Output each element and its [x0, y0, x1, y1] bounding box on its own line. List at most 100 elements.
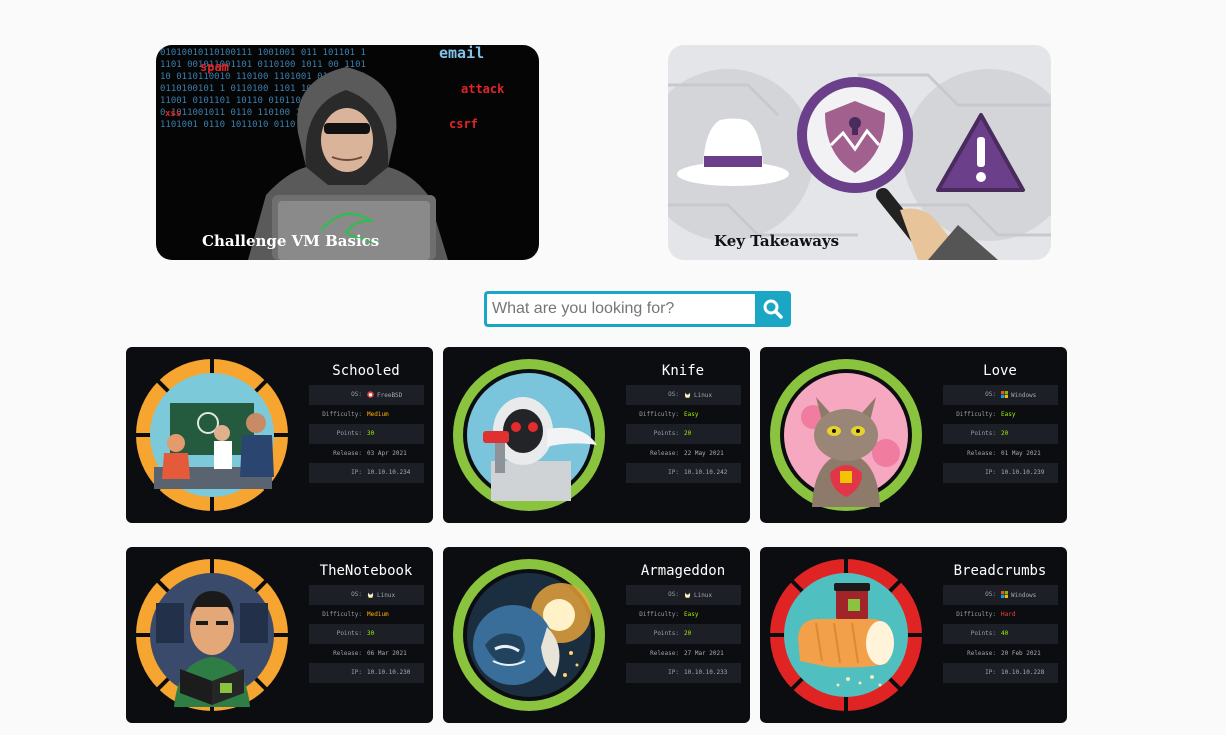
machine-avatar [453, 559, 605, 711]
ip-label: IP: [351, 669, 362, 676]
release-value: 06 Mar 2021 [367, 649, 407, 657]
ip-value: 10.10.10.242 [684, 469, 728, 476]
ip-row: IP: 10.10.10.234 [309, 463, 424, 483]
search-icon [763, 299, 783, 319]
machine-card-love[interactable]: Love OS: Windows Difficulty: Easy Points… [760, 347, 1067, 523]
points-value: 20 [684, 430, 692, 437]
machine-card-thenotebook[interactable]: TheNotebook OS: Linux Difficulty: Medium… [126, 547, 433, 723]
machine-info: OS: Linux Difficulty: Easy Points: 20 Re… [626, 385, 741, 483]
difficulty-row: Difficulty: Easy [626, 605, 741, 625]
machine-card-knife[interactable]: Knife OS: Linux Difficulty: Easy Points:… [443, 347, 750, 523]
machine-name: TheNotebook [319, 563, 413, 579]
search-button[interactable] [755, 291, 791, 327]
os-value: Windows [1001, 591, 1036, 599]
os-label: OS: [985, 391, 996, 398]
release-row: Release: 06 Mar 2021 [309, 644, 424, 664]
points-value: 30 [367, 430, 375, 437]
machine-name: Knife [661, 363, 705, 379]
ip-label: IP: [668, 469, 679, 476]
difficulty-row: Difficulty: Hard [943, 605, 1058, 625]
machine-name: Breadcrumbs [953, 563, 1047, 579]
banner-key-takeaways[interactable]: Key Takeaways [668, 45, 1051, 260]
release-row: Release: 01 May 2021 [943, 444, 1058, 464]
ip-row: IP: 10.10.10.228 [943, 663, 1058, 683]
release-row: Release: 22 May 2021 [626, 444, 741, 464]
difficulty-label: Difficulty: [956, 410, 996, 418]
release-label: Release: [333, 449, 362, 457]
difficulty-row: Difficulty: Easy [626, 405, 741, 425]
os-label: OS: [668, 591, 679, 598]
points-label: Points: [970, 430, 996, 437]
machine-avatar [770, 359, 922, 511]
machine-name: Armageddon [640, 563, 726, 579]
os-label: OS: [985, 591, 996, 598]
security-illustration [668, 69, 1051, 260]
os-label: OS: [668, 391, 679, 398]
machine-info: OS: FreeBSD Difficulty: Medium Points: 3… [309, 385, 424, 483]
windows-icon [1001, 591, 1008, 598]
release-value: 03 Apr 2021 [367, 449, 407, 457]
os-row: OS: Linux [626, 585, 741, 605]
release-value: 27 Mar 2021 [684, 649, 724, 657]
release-row: Release: 03 Apr 2021 [309, 444, 424, 464]
os-label: OS: [351, 591, 362, 598]
ip-row: IP: 10.10.10.239 [943, 463, 1058, 483]
machine-info: OS: Windows Difficulty: Hard Points: 40 … [943, 585, 1058, 683]
os-row: OS: Linux [626, 385, 741, 405]
art-word-1: email [439, 45, 484, 62]
points-row: Points: 20 [626, 624, 741, 644]
os-label: OS: [351, 391, 362, 398]
os-value: Linux [684, 391, 712, 399]
difficulty-row: Difficulty: Easy [943, 405, 1058, 425]
machine-info: OS: Windows Difficulty: Easy Points: 20 … [943, 385, 1058, 483]
machine-avatar [136, 559, 288, 711]
points-label: Points: [336, 430, 362, 437]
os-row: OS: Windows [943, 585, 1058, 605]
art-word-5: xss [165, 109, 181, 119]
linux-icon [367, 591, 374, 598]
machine-card-schooled[interactable]: Schooled OS: FreeBSD Difficulty: Medium … [126, 347, 433, 523]
release-label: Release: [650, 649, 679, 657]
machine-card-breadcrumbs[interactable]: Breadcrumbs OS: Windows Difficulty: Hard… [760, 547, 1067, 723]
ip-row: IP: 10.10.10.230 [309, 663, 424, 683]
os-row: OS: Windows [943, 385, 1058, 405]
ip-value: 10.10.10.234 [367, 469, 411, 476]
release-value: 22 May 2021 [684, 449, 724, 457]
points-value: 20 [684, 630, 692, 637]
difficulty-value: Medium [367, 410, 389, 418]
points-value: 30 [367, 630, 375, 637]
points-row: Points: 30 [309, 424, 424, 444]
os-row: OS: Linux [309, 585, 424, 605]
os-value: Linux [367, 591, 395, 599]
art-word-4: csrf [449, 117, 478, 131]
ip-value: 10.10.10.230 [367, 669, 411, 676]
release-value: 01 May 2021 [1001, 449, 1041, 457]
difficulty-value: Hard [1001, 610, 1016, 618]
difficulty-value: Easy [684, 410, 699, 418]
points-value: 40 [1001, 630, 1009, 637]
difficulty-value: Easy [1001, 410, 1016, 418]
difficulty-label: Difficulty: [322, 410, 362, 418]
svg-text:01010010110100111 1001001 011: 01010010110100111 1001001 011 101101 1 [160, 48, 366, 58]
difficulty-value: Medium [367, 610, 389, 618]
banner-challenge-vm-basics[interactable]: 01010010110100111 1001001 011 101101 1 1… [156, 45, 539, 260]
ip-row: IP: 10.10.10.233 [626, 663, 741, 683]
ip-value: 10.10.10.228 [1001, 669, 1045, 676]
release-value: 20 Feb 2021 [1001, 649, 1041, 657]
points-row: Points: 40 [943, 624, 1058, 644]
search-bar [484, 291, 791, 327]
machine-avatar [453, 359, 605, 511]
machine-card-armageddon[interactable]: Armageddon OS: Linux Difficulty: Easy Po… [443, 547, 750, 723]
release-label: Release: [650, 449, 679, 457]
banner-title: Key Takeaways [714, 232, 840, 250]
machine-name: Schooled [332, 363, 400, 379]
art-word-3: attack [461, 82, 505, 96]
banner-title: Challenge VM Basics [202, 232, 380, 250]
os-value: Windows [1001, 391, 1036, 399]
ip-label: IP: [985, 469, 996, 476]
points-value: 20 [1001, 430, 1009, 437]
os-value: Linux [684, 591, 712, 599]
machine-avatar [770, 559, 922, 711]
search-input[interactable] [484, 291, 756, 327]
ip-row: IP: 10.10.10.242 [626, 463, 741, 483]
